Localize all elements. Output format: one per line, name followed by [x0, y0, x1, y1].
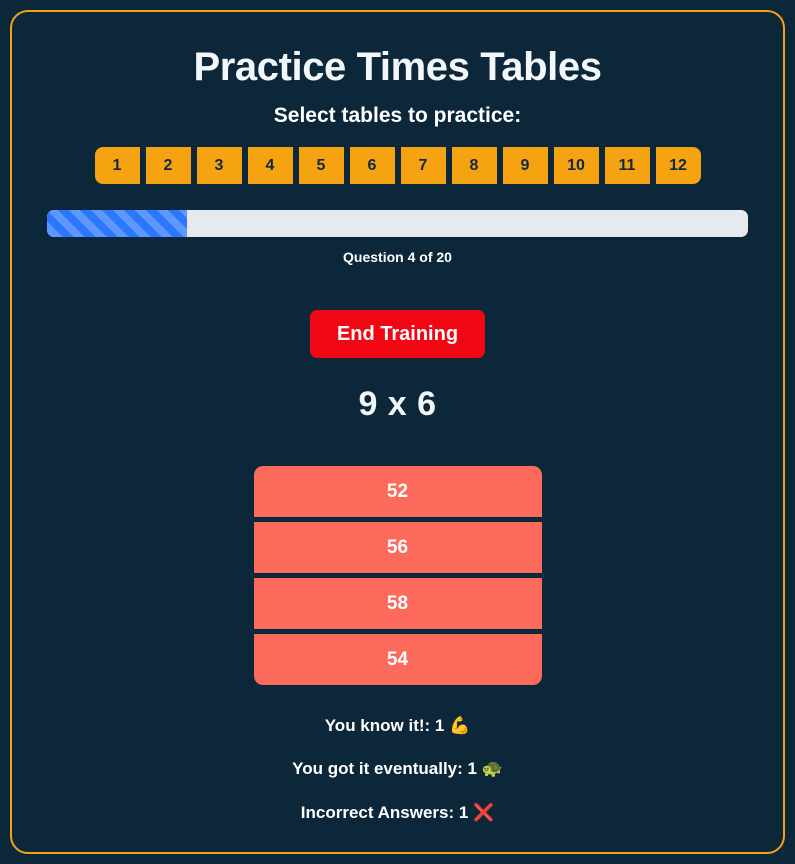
table-button-1[interactable]: 1	[94, 147, 140, 184]
stats-section: You know it!: 1 💪 You got it eventually: …	[12, 716, 783, 823]
table-button-12[interactable]: 12	[655, 147, 701, 184]
table-button-group: 1 2 3 4 5 6 7 8 9 10 11 12	[94, 147, 701, 184]
stat-label: You got it eventually: 1	[292, 759, 477, 779]
question-text: 9 x 6	[358, 385, 437, 423]
progress-bar-track	[47, 210, 748, 237]
table-button-6[interactable]: 6	[349, 147, 395, 184]
answer-button-52[interactable]: 52	[253, 466, 542, 517]
app-root: Practice Times Tables Select tables to p…	[0, 0, 795, 864]
answer-button-58[interactable]: 58	[253, 578, 542, 629]
select-tables-label: Select tables to practice:	[273, 104, 522, 127]
cross-mark-icon: ❌	[468, 802, 495, 822]
progress-bar-fill	[47, 210, 188, 237]
end-training-button[interactable]: End Training	[309, 310, 486, 358]
answer-options: 52 56 58 54	[253, 466, 542, 685]
table-selector: 1 2 3 4 5 6 7 8 9 10 11 12	[12, 147, 783, 184]
table-button-8[interactable]: 8	[451, 147, 497, 184]
flexed-biceps-icon: 💪	[444, 716, 471, 735]
table-button-4[interactable]: 4	[247, 147, 293, 184]
table-button-7[interactable]: 7	[400, 147, 446, 184]
stat-line: Incorrect Answers: 1 ❌	[12, 803, 783, 823]
turtle-icon: 🐢	[476, 759, 503, 779]
practice-card: Practice Times Tables Select tables to p…	[10, 10, 785, 854]
table-button-5[interactable]: 5	[298, 147, 344, 184]
stat-label: Incorrect Answers: 1	[300, 802, 469, 822]
question-counter: Question 4 of 20	[343, 249, 452, 265]
stat-label: You know it!: 1	[324, 716, 445, 735]
page-title: Practice Times Tables	[193, 45, 602, 89]
table-button-10[interactable]: 10	[553, 147, 599, 184]
stat-line: You know it!: 1 💪	[12, 716, 783, 736]
table-button-3[interactable]: 3	[196, 147, 242, 184]
stat-line: You got it eventually: 1 🐢	[12, 759, 783, 779]
table-button-9[interactable]: 9	[502, 147, 548, 184]
table-button-11[interactable]: 11	[604, 147, 650, 184]
answer-button-54[interactable]: 54	[253, 634, 542, 685]
end-training-row: End Training	[12, 310, 783, 358]
answer-button-56[interactable]: 56	[253, 522, 542, 573]
table-button-2[interactable]: 2	[145, 147, 191, 184]
